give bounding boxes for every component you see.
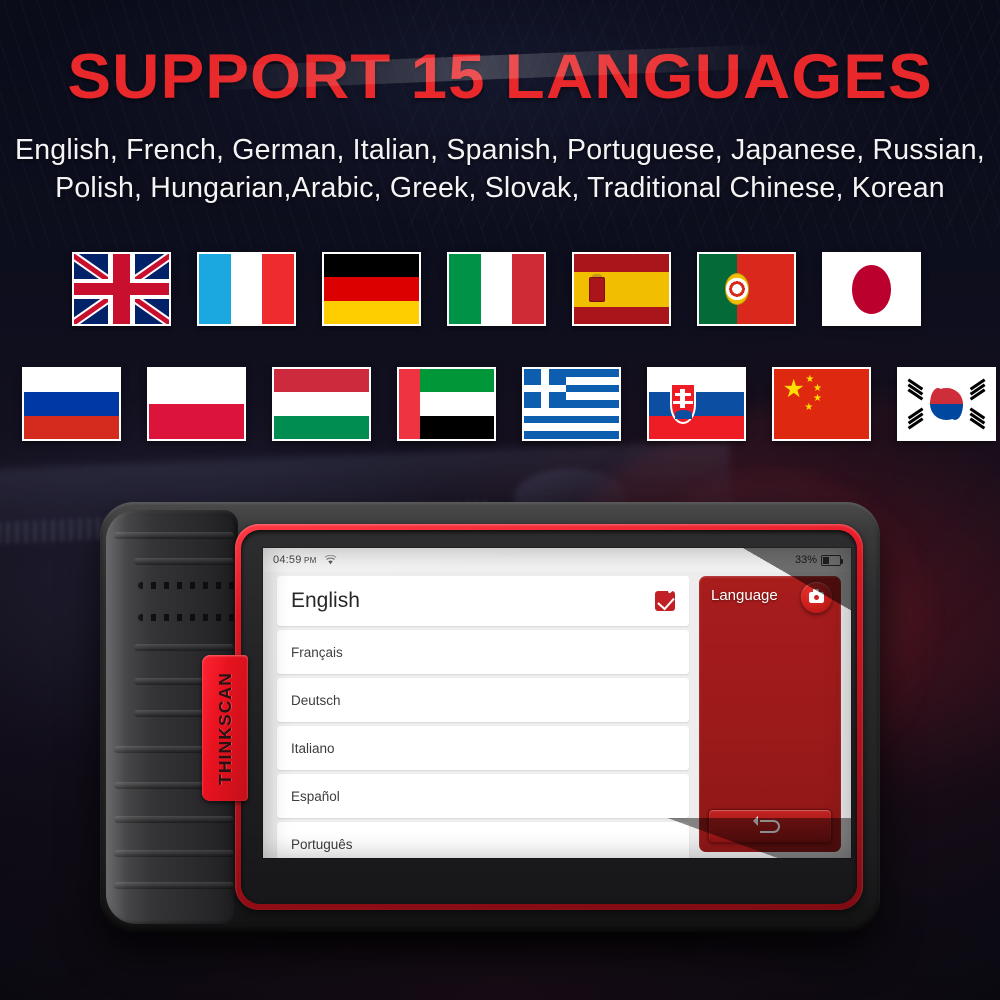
flag-russia bbox=[22, 367, 121, 441]
battery-percent: 33% bbox=[794, 554, 817, 566]
language-label: Deutsch bbox=[291, 692, 341, 708]
device-bezel-inner: 04:59 PM 33% English Français Deutsch It… bbox=[241, 530, 857, 904]
flag-germany bbox=[322, 252, 421, 326]
battery-icon bbox=[821, 554, 844, 566]
flag-row-bottom: ★ ★ ★ ★ ★ bbox=[22, 367, 996, 441]
wifi-icon bbox=[324, 555, 337, 565]
language-label: Italiano bbox=[291, 740, 335, 756]
list-item-italiano[interactable]: Italiano bbox=[277, 726, 689, 770]
language-list[interactable]: English Français Deutsch Italiano Españo… bbox=[263, 572, 695, 858]
camera-icon[interactable] bbox=[801, 582, 832, 613]
page-title: SUPPORT 15 LANGUAGES bbox=[67, 42, 933, 112]
language-label: English bbox=[291, 589, 360, 612]
status-bar: 04:59 PM 33% bbox=[263, 548, 851, 572]
language-label: Português bbox=[291, 836, 353, 852]
flag-row-top bbox=[72, 252, 921, 326]
flag-portugal bbox=[697, 252, 796, 326]
status-ampm: PM bbox=[304, 555, 317, 565]
flag-slovakia bbox=[647, 367, 746, 441]
list-item-espanol[interactable]: Español bbox=[277, 774, 689, 818]
flag-greece bbox=[522, 367, 621, 441]
flag-united-kingdom bbox=[72, 252, 171, 326]
language-names-line-1: English, French, German, Italian, Spanis… bbox=[15, 134, 985, 166]
back-arrow-icon bbox=[753, 816, 780, 833]
language-label: Français bbox=[291, 644, 343, 660]
list-item-portugues[interactable]: Português bbox=[277, 822, 689, 858]
flag-japan bbox=[822, 252, 921, 326]
thinkscan-brand-tab: THINKSCAN bbox=[202, 655, 248, 801]
thinkscan-diagnostic-device: THINKSCAN 04:59 PM 33% English Français … bbox=[100, 502, 880, 956]
headline-block: SUPPORT 15 LANGUAGES English, French, Ge… bbox=[0, 0, 1000, 207]
flag-spain bbox=[572, 252, 671, 326]
flag-hungary bbox=[272, 367, 371, 441]
list-item-francais[interactable]: Français bbox=[277, 630, 689, 674]
list-item-english[interactable]: English bbox=[277, 576, 689, 626]
side-panel: Language bbox=[699, 576, 841, 852]
device-screen[interactable]: 04:59 PM 33% English Français Deutsch It… bbox=[263, 548, 851, 858]
device-red-bezel: 04:59 PM 33% English Français Deutsch It… bbox=[235, 524, 863, 910]
flag-poland bbox=[147, 367, 246, 441]
side-panel-title: Language bbox=[711, 587, 778, 604]
status-right-cluster: 33% bbox=[794, 554, 844, 566]
status-time: 04:59 bbox=[273, 554, 302, 566]
back-button[interactable] bbox=[708, 809, 832, 843]
language-names-line-2: Polish, Hungarian,Arabic, Greek, Slovak,… bbox=[55, 172, 945, 204]
brand-label: THINKSCAN bbox=[214, 671, 235, 785]
screen-content: English Français Deutsch Italiano Españo… bbox=[263, 572, 851, 858]
flag-south-korea bbox=[897, 367, 996, 441]
list-item-deutsch[interactable]: Deutsch bbox=[277, 678, 689, 722]
flag-france bbox=[197, 252, 296, 326]
flag-united-arab-emirates bbox=[397, 367, 496, 441]
flag-china: ★ ★ ★ ★ ★ bbox=[772, 367, 871, 441]
language-label: Español bbox=[291, 788, 340, 804]
checkbox-checked-icon[interactable] bbox=[655, 583, 679, 611]
flag-italy bbox=[447, 252, 546, 326]
